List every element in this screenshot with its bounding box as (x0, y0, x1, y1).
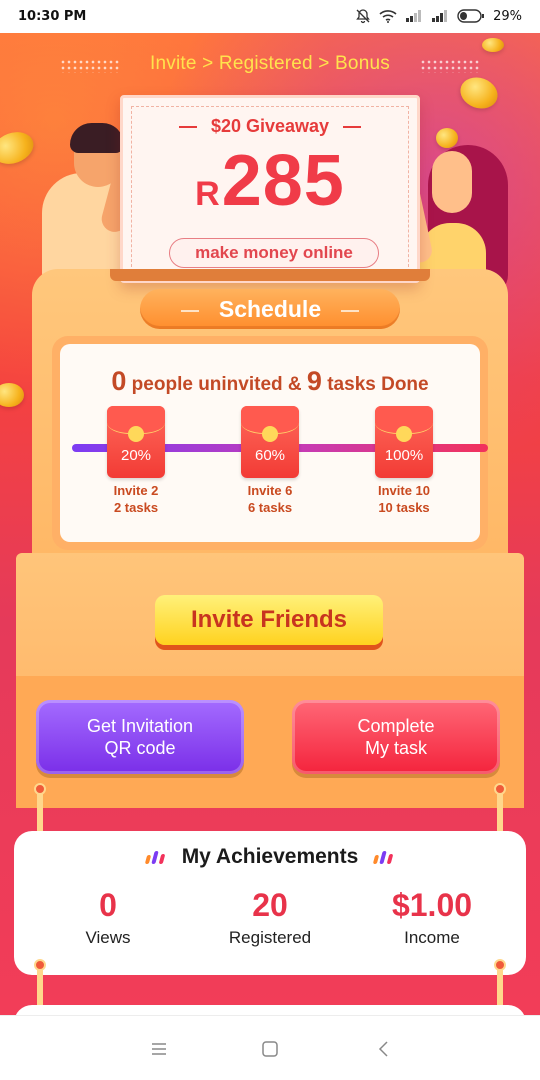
milestone-tasks: 2 tasks (113, 500, 159, 515)
title-dash (178, 126, 197, 129)
menu-icon[interactable] (147, 1038, 171, 1060)
system-navbar (0, 1015, 540, 1080)
envelope-seal (262, 426, 278, 442)
invite-hero: Invite > Registered > Bonus $20 Giveaway… (0, 33, 540, 1015)
ticket-title: $20 Giveaway (123, 116, 417, 137)
title-dash (180, 309, 199, 312)
amount-value: 285 (221, 141, 345, 221)
milestone-tasks: 10 tasks (378, 500, 430, 515)
next-card (14, 1005, 526, 1015)
sparkle-icon (372, 850, 396, 865)
achievements-card: My Achievements 0 Views 20 Registered $1… (14, 831, 526, 975)
milestone-percent: 100% (384, 447, 424, 464)
progress-summary: 0 people uninvited & 9 tasks Done (60, 366, 480, 397)
rope-knot (494, 783, 506, 795)
mute-bell-icon (355, 8, 371, 24)
milestone-envelope[interactable]: 20% (107, 406, 165, 478)
tasks-count: 9 (306, 366, 322, 396)
milestone-label: Invite 2 2 tasks (86, 482, 186, 516)
coin-icon (482, 38, 504, 52)
battery-percent: 29% (493, 8, 522, 24)
achievements-title: My Achievements (14, 845, 526, 869)
milestone-label: Invite 6 6 tasks (220, 482, 320, 516)
complete-task-button[interactable]: Complete My task (292, 700, 500, 774)
milestone-envelope[interactable]: 100% (375, 406, 433, 478)
milestone-envelope[interactable]: 60% (241, 406, 299, 478)
milestone-tasks: 6 tasks (247, 500, 293, 515)
schedule-title: Schedule (218, 296, 322, 322)
milestone-invite: Invite 2 (113, 483, 159, 498)
envelope-seal (128, 426, 144, 442)
signal-icon (405, 10, 423, 22)
uninvited-count: 0 (111, 366, 127, 396)
stat-value: $1.00 (391, 887, 473, 923)
rope-knot (34, 783, 46, 795)
milestone-percent: 20% (120, 447, 152, 464)
rope-knot (34, 959, 46, 971)
giveaway-ticket: $20 Giveaway R285 make money online (120, 95, 420, 283)
milestone-invite: Invite 10 (377, 483, 431, 498)
progress-inner: 0 people uninvited & 9 tasks Done 20% In… (60, 344, 488, 542)
ticket-title-text: $20 Giveaway (210, 116, 330, 136)
invite-steps: Invite > Registered > Bonus (150, 53, 390, 74)
stat-label: Registered (228, 928, 312, 947)
status-bar: 10:30 PM 29% (0, 0, 540, 33)
man-hair (70, 123, 124, 153)
stat-views: 0 Views (23, 887, 193, 948)
stat-income: $1.00 Income (347, 887, 517, 948)
rope-knot (494, 959, 506, 971)
task-button-line1: Complete (357, 716, 435, 736)
sparkle-icon (144, 850, 168, 865)
achievements-title-text: My Achievements (181, 845, 359, 868)
invite-friends-button[interactable]: Invite Friends (155, 595, 383, 645)
stat-value: 20 (252, 887, 288, 923)
status-icons: 29% (355, 8, 522, 24)
envelope-seal (396, 426, 412, 442)
status-time: 10:30 PM (18, 9, 87, 24)
title-dash (341, 309, 360, 312)
wifi-icon (379, 9, 397, 23)
qr-button-line2: QR code (104, 738, 176, 758)
uninvited-text: people uninvited & (126, 374, 307, 395)
milestone-percent: 60% (254, 447, 286, 464)
get-qr-code-button[interactable]: Get Invitation QR code (36, 700, 244, 774)
milestone-invite: Invite 6 (247, 483, 293, 498)
tasks-text: tasks Done (321, 374, 429, 395)
battery-icon (457, 9, 485, 23)
stat-label: Views (85, 928, 131, 947)
title-dash (343, 126, 362, 129)
milestone-label: Invite 10 10 tasks (354, 482, 454, 516)
ticket-amount: R285 (123, 140, 417, 222)
qr-button-line1: Get Invitation (86, 716, 194, 736)
back-chevron-icon[interactable] (372, 1038, 396, 1060)
ticket-tagline: make money online (169, 238, 379, 268)
stat-value: 0 (99, 887, 117, 923)
currency-symbol: R (195, 175, 220, 213)
schedule-header: Schedule (140, 289, 400, 329)
machine-slot (110, 269, 430, 281)
stat-label: Income (404, 928, 460, 947)
home-square-icon[interactable] (258, 1038, 282, 1060)
progress-panel: 0 people uninvited & 9 tasks Done 20% In… (52, 336, 488, 550)
task-button-line2: My task (364, 738, 427, 758)
coin-icon (436, 128, 458, 148)
signal-icon (431, 10, 449, 22)
stat-registered: 20 Registered (185, 887, 355, 948)
woman-face (432, 151, 472, 213)
